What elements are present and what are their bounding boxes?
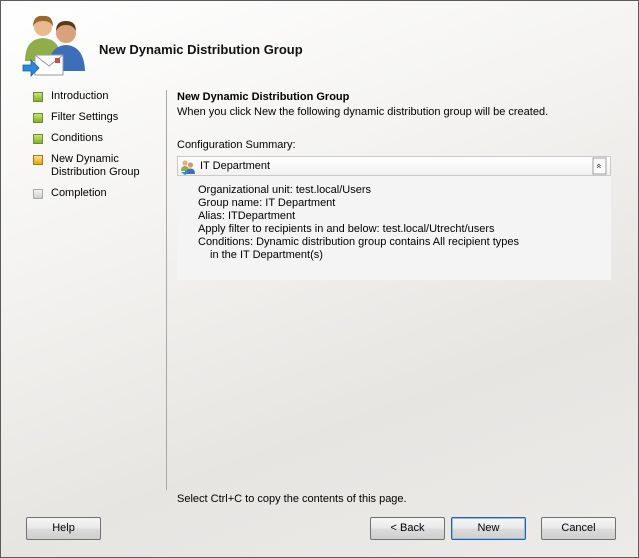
- wizard-title: New Dynamic Distribution Group: [99, 42, 303, 57]
- content-pane: New Dynamic Distribution Group When you …: [177, 90, 617, 280]
- summary-group-name: IT Department: [200, 160, 271, 172]
- content-title: New Dynamic Distribution Group: [177, 91, 350, 103]
- back-button[interactable]: < Back: [370, 517, 445, 540]
- new-button[interactable]: New: [451, 517, 526, 540]
- summary-line: Group name: IT Department: [198, 197, 336, 209]
- summary-line: Apply filter to recipients in and below:…: [198, 223, 495, 235]
- users-mail-icon: [22, 15, 85, 77]
- step-conditions: Conditions: [31, 132, 161, 145]
- wizard-steps: Introduction Filter Settings Conditions …: [31, 90, 161, 208]
- step-pending-icon: [33, 189, 43, 199]
- step-label: Introduction: [51, 90, 109, 102]
- step-complete-icon: [33, 113, 43, 123]
- help-button[interactable]: Help: [26, 517, 101, 540]
- step-filter-settings: Filter Settings: [31, 111, 161, 124]
- step-label: Completion: [51, 187, 107, 199]
- step-current-icon: [33, 155, 43, 165]
- content-description: When you click New the following dynamic…: [177, 106, 549, 118]
- step-label: Filter Settings: [51, 111, 119, 123]
- wizard-header: New Dynamic Distribution Group: [1, 1, 638, 81]
- step-new-dynamic-distribution-group: New Dynamic Distribution Group: [31, 153, 161, 179]
- configuration-summary-label: Configuration Summary:: [177, 139, 296, 151]
- summary-body: Organizational unit: test.local/Users Gr…: [177, 176, 611, 280]
- step-label: New Dynamic Distribution Group: [51, 153, 140, 178]
- copy-hint: Select Ctrl+C to copy the contents of th…: [177, 493, 407, 505]
- collapse-button[interactable]: «: [592, 157, 607, 175]
- group-icon: [181, 160, 195, 175]
- summary-line: Conditions: Dynamic distribution group c…: [198, 236, 519, 248]
- configuration-summary: IT Department « Organizational unit: tes…: [177, 156, 611, 280]
- step-completion: Completion: [31, 187, 161, 200]
- step-complete-icon: [33, 92, 43, 102]
- cancel-button[interactable]: Cancel: [541, 517, 616, 540]
- wizard-window: New Dynamic Distribution Group Introduct…: [0, 0, 639, 558]
- vertical-divider: [166, 90, 167, 490]
- summary-header[interactable]: IT Department «: [177, 156, 611, 176]
- summary-line: Organizational unit: test.local/Users: [198, 184, 372, 196]
- step-complete-icon: [33, 134, 43, 144]
- summary-line: Alias: ITDepartment: [198, 210, 296, 222]
- summary-line: in the IT Department(s): [210, 249, 323, 261]
- step-label: Conditions: [51, 132, 103, 144]
- step-introduction: Introduction: [31, 90, 161, 103]
